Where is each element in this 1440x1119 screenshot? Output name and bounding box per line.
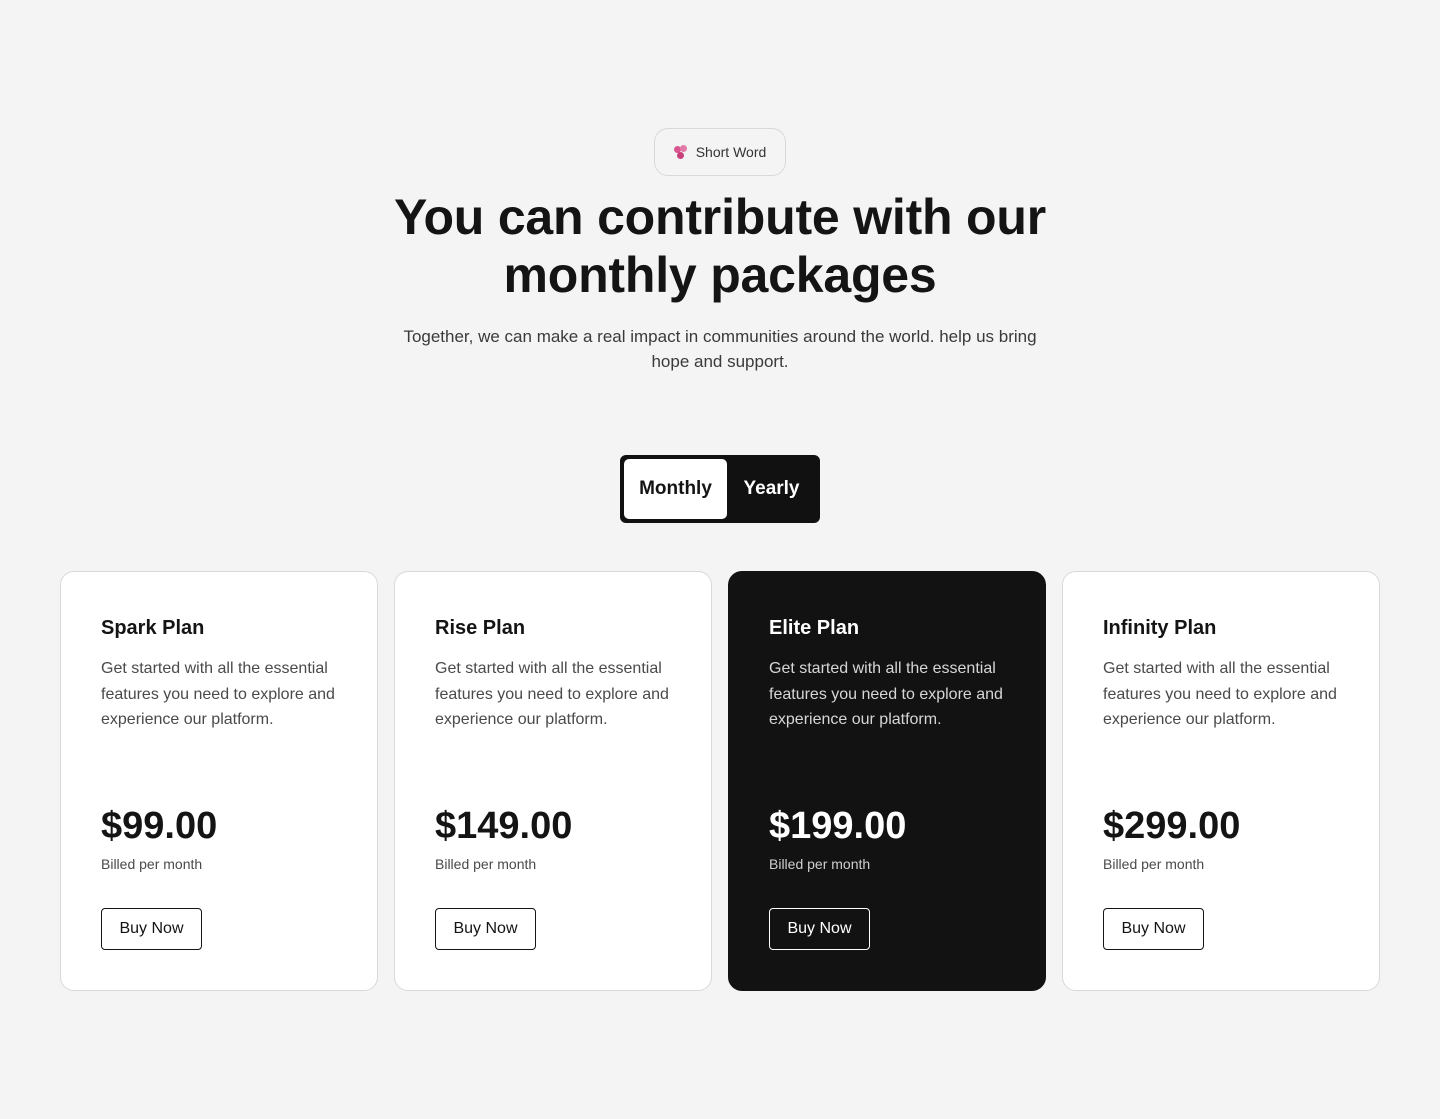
plan-price: $299.00 — [1103, 805, 1241, 847]
buy-now-button[interactable]: Buy Now — [435, 908, 536, 950]
plan-description: Get started with all the essential featu… — [101, 660, 335, 728]
billing-toggle: Monthly Yearly — [620, 455, 820, 523]
plan-description: Get started with all the essential featu… — [1103, 660, 1337, 728]
pricing-cards: Spark Plan Get started with all the esse… — [60, 571, 1380, 991]
plan-description: Get started with all the essential featu… — [435, 660, 669, 728]
plan-billing-note: Billed per month — [769, 856, 871, 872]
yearly-toggle-option[interactable]: Yearly — [727, 459, 816, 519]
plan-card-rise: Rise Plan Get started with all the essen… — [394, 571, 712, 991]
plan-billing-note: Billed per month — [1103, 856, 1205, 872]
buy-now-button[interactable]: Buy Now — [101, 908, 202, 950]
plan-name: Rise Plan — [435, 617, 526, 639]
page-subtitle: Together, we can make a real impact in c… — [403, 327, 1037, 371]
buy-now-button[interactable]: Buy Now — [769, 908, 870, 950]
plan-name: Spark Plan — [101, 617, 205, 639]
plan-card-spark: Spark Plan Get started with all the esse… — [60, 571, 378, 991]
buy-now-button[interactable]: Buy Now — [1103, 908, 1204, 950]
plan-card-elite: Elite Plan Get started with all the esse… — [728, 571, 1046, 991]
plan-billing-note: Billed per month — [101, 856, 203, 872]
section-badge: Short Word — [654, 128, 786, 176]
pricing-page: Short Word You can contribute with our m… — [0, 0, 1440, 1119]
plan-name: Infinity Plan — [1103, 617, 1217, 639]
plan-card-infinity: Infinity Plan Get started with all the e… — [1062, 571, 1380, 991]
page-title: You can contribute with our monthly pack… — [394, 189, 1046, 303]
monthly-toggle-option[interactable]: Monthly — [624, 459, 727, 519]
plan-name: Elite Plan — [769, 617, 860, 639]
plan-price: $149.00 — [435, 805, 573, 847]
plan-billing-note: Billed per month — [435, 856, 537, 872]
plan-description: Get started with all the essential featu… — [769, 660, 1003, 728]
plan-price: $199.00 — [769, 805, 907, 847]
badge-label: Short Word — [695, 144, 767, 160]
plan-price: $99.00 — [101, 805, 218, 847]
flower-icon — [673, 145, 688, 159]
